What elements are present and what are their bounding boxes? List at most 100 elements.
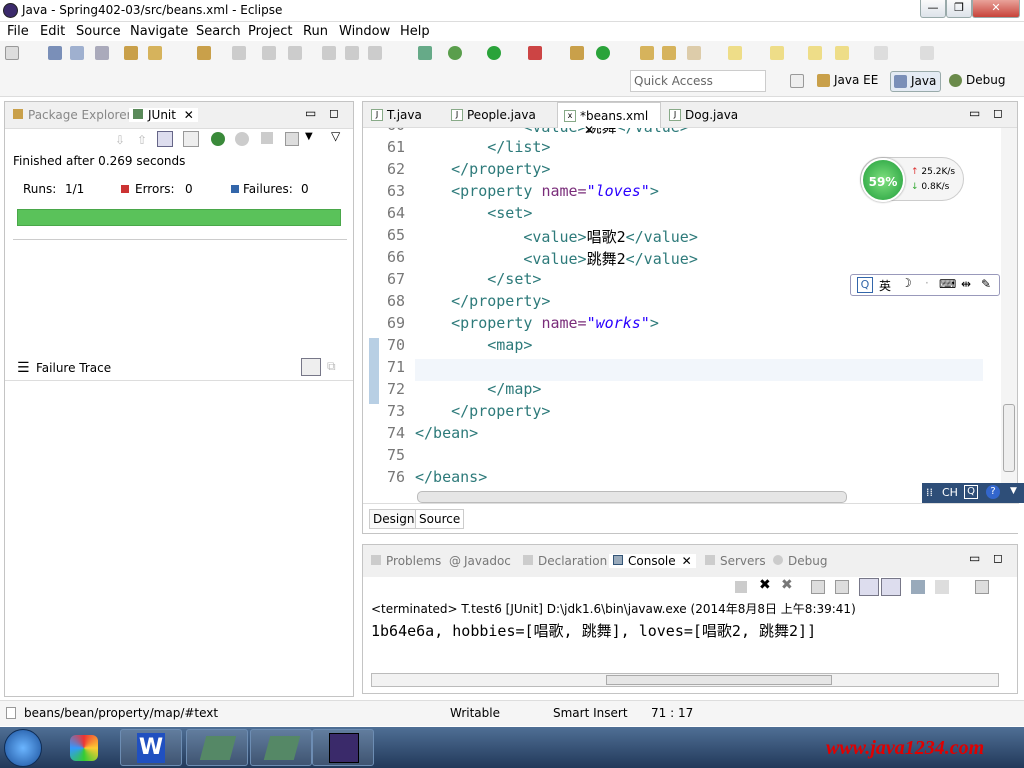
resume-icon[interactable] xyxy=(322,46,336,60)
previous-failure-icon[interactable]: ⇧ xyxy=(137,133,147,147)
perspective-debug[interactable]: Debug xyxy=(946,71,1009,92)
tab-design[interactable]: Design xyxy=(369,509,419,529)
run-last-tool-icon[interactable] xyxy=(528,46,542,60)
code-line[interactable]: </bean> xyxy=(415,424,478,442)
pin-editor-icon[interactable] xyxy=(874,46,888,60)
remove-all-icon[interactable]: ✖ xyxy=(781,577,793,593)
minimize-view-icon[interactable]: ▭ xyxy=(969,551,980,565)
menu-window[interactable]: Window xyxy=(339,24,390,39)
tab-junit[interactable]: JUnit ✕ xyxy=(129,108,198,122)
next-annotation-icon[interactable] xyxy=(728,46,742,60)
back-icon[interactable] xyxy=(808,46,822,60)
keyboard-icon[interactable]: ⌨ xyxy=(939,277,956,291)
code-line[interactable]: <property name="works"> xyxy=(415,314,659,332)
skip-breakpoints-icon[interactable] xyxy=(418,46,432,60)
menu-project[interactable]: Project xyxy=(248,24,292,39)
filter-stack-icon[interactable] xyxy=(301,358,321,376)
punctuation-icon[interactable]: · xyxy=(925,276,929,290)
close-tab-icon[interactable]: ✕ xyxy=(184,108,194,122)
tab-declaration[interactable]: Declaration xyxy=(523,554,607,568)
code-line[interactable]: </beans> xyxy=(415,468,487,486)
next-failure-icon[interactable]: ⇩ xyxy=(115,133,125,147)
last-edit-icon[interactable] xyxy=(920,46,934,60)
editor-horizontal-scrollbar[interactable] xyxy=(417,491,847,503)
code-line[interactable]: </property> xyxy=(415,292,550,310)
code-line[interactable]: <value>跳舞</value> xyxy=(415,128,688,137)
new-icon[interactable] xyxy=(5,46,19,60)
console-horizontal-scrollbar[interactable] xyxy=(371,673,999,687)
perspective-java-ee[interactable]: Java EE xyxy=(814,71,882,92)
terminate-icon[interactable] xyxy=(735,581,747,593)
scroll-thumb[interactable] xyxy=(1003,404,1015,472)
tab-t-java[interactable]: J T.java xyxy=(365,102,441,128)
menu-edit[interactable]: Edit xyxy=(40,24,65,39)
perspective-java[interactable]: Java xyxy=(890,71,942,92)
code-line[interactable]: <map> xyxy=(415,336,532,354)
quick-access-input[interactable]: Quick Access xyxy=(630,70,766,92)
menu-search[interactable]: Search xyxy=(196,24,241,39)
chevron-down-icon[interactable]: ▼ xyxy=(1010,486,1017,496)
network-speed-widget[interactable]: 59% ↑ 25.2K/s ↓ 0.8K/s xyxy=(860,157,964,202)
start-button[interactable] xyxy=(4,729,42,767)
media-app-icon[interactable] xyxy=(54,729,116,766)
suspend-icon[interactable] xyxy=(345,46,359,60)
screen-recorder-icon[interactable] xyxy=(186,729,248,766)
save-all-icon[interactable] xyxy=(70,46,84,60)
open-folder-icon[interactable] xyxy=(662,46,676,60)
split-icon[interactable]: ⇹ xyxy=(961,277,971,291)
test-history-icon[interactable] xyxy=(285,132,299,146)
ime-status-bar[interactable]: ⁞⁞ CH Q ? ▼ xyxy=(922,483,1024,503)
terminate-icon[interactable] xyxy=(368,46,382,60)
ime-language[interactable]: 英 xyxy=(879,277,891,294)
close-button[interactable]: ✕ xyxy=(972,0,1020,18)
maximize-view-icon[interactable]: ◻ xyxy=(993,551,1003,565)
open-console-icon[interactable] xyxy=(975,580,989,594)
wps-writer-icon[interactable]: W xyxy=(120,729,182,766)
editor-vertical-scrollbar[interactable] xyxy=(1001,128,1017,488)
show-stdout-icon[interactable] xyxy=(859,578,879,596)
step-icon[interactable] xyxy=(288,46,302,60)
show-stderr-icon[interactable] xyxy=(881,578,901,596)
minimize-view-icon[interactable]: ▭ xyxy=(969,106,980,120)
debug-icon[interactable] xyxy=(448,46,462,60)
ime-toolbar[interactable]: Q 英 ☽ · ⌨ ⇹ ✎ xyxy=(850,274,1000,296)
scroll-lock-icon[interactable] xyxy=(835,580,849,594)
code-line[interactable]: </property> xyxy=(415,402,550,420)
tab-problems[interactable]: Problems xyxy=(371,554,441,568)
search-icon[interactable] xyxy=(197,46,211,60)
close-tab-icon[interactable]: ✕ xyxy=(682,554,692,568)
display-console-icon[interactable] xyxy=(935,580,949,594)
code-line[interactable]: <set> xyxy=(415,204,532,222)
redo-icon[interactable] xyxy=(262,46,276,60)
tab-package-explorer[interactable]: Package Explorer xyxy=(13,108,132,122)
history-dropdown-icon[interactable]: ▼ xyxy=(305,131,313,142)
new-server-icon[interactable] xyxy=(570,46,584,60)
remove-launch-icon[interactable]: ✖ xyxy=(759,577,771,593)
print-icon[interactable] xyxy=(95,46,109,60)
menu-navigate[interactable]: Navigate xyxy=(130,24,188,39)
forward-icon[interactable] xyxy=(835,46,849,60)
maximize-button[interactable]: ❐ xyxy=(946,0,972,18)
code-line[interactable]: <value>唱歌2</value> xyxy=(415,226,698,247)
maximize-view-icon[interactable]: ◻ xyxy=(329,106,339,120)
previous-annotation-icon[interactable] xyxy=(770,46,784,60)
open-perspective-icon[interactable] xyxy=(790,74,804,88)
code-line[interactable]: </list> xyxy=(415,138,550,156)
maximize-view-icon[interactable]: ◻ xyxy=(993,106,1003,120)
video-player-icon[interactable] xyxy=(250,729,312,766)
java-ee-ide-icon[interactable] xyxy=(312,729,374,766)
new-java-project-icon[interactable] xyxy=(640,46,654,60)
tab-beans-xml[interactable]: x *beans.xml ✕ xyxy=(557,102,661,137)
pin-console-icon[interactable] xyxy=(911,580,925,594)
tab-debug[interactable]: Debug xyxy=(773,554,827,568)
tab-people-java[interactable]: J People.java xyxy=(445,102,549,128)
save-icon[interactable] xyxy=(48,46,62,60)
tab-source[interactable]: Source xyxy=(415,509,465,529)
tab-servers[interactable]: Servers xyxy=(705,554,766,568)
compare-icon[interactable]: ⧉ xyxy=(327,359,336,374)
menu-help[interactable]: Help xyxy=(400,24,430,39)
clear-console-icon[interactable] xyxy=(811,580,825,594)
wrench-icon[interactable]: ✎ xyxy=(981,277,991,291)
open-type-icon[interactable] xyxy=(124,46,138,60)
scroll-thumb[interactable] xyxy=(606,675,832,685)
